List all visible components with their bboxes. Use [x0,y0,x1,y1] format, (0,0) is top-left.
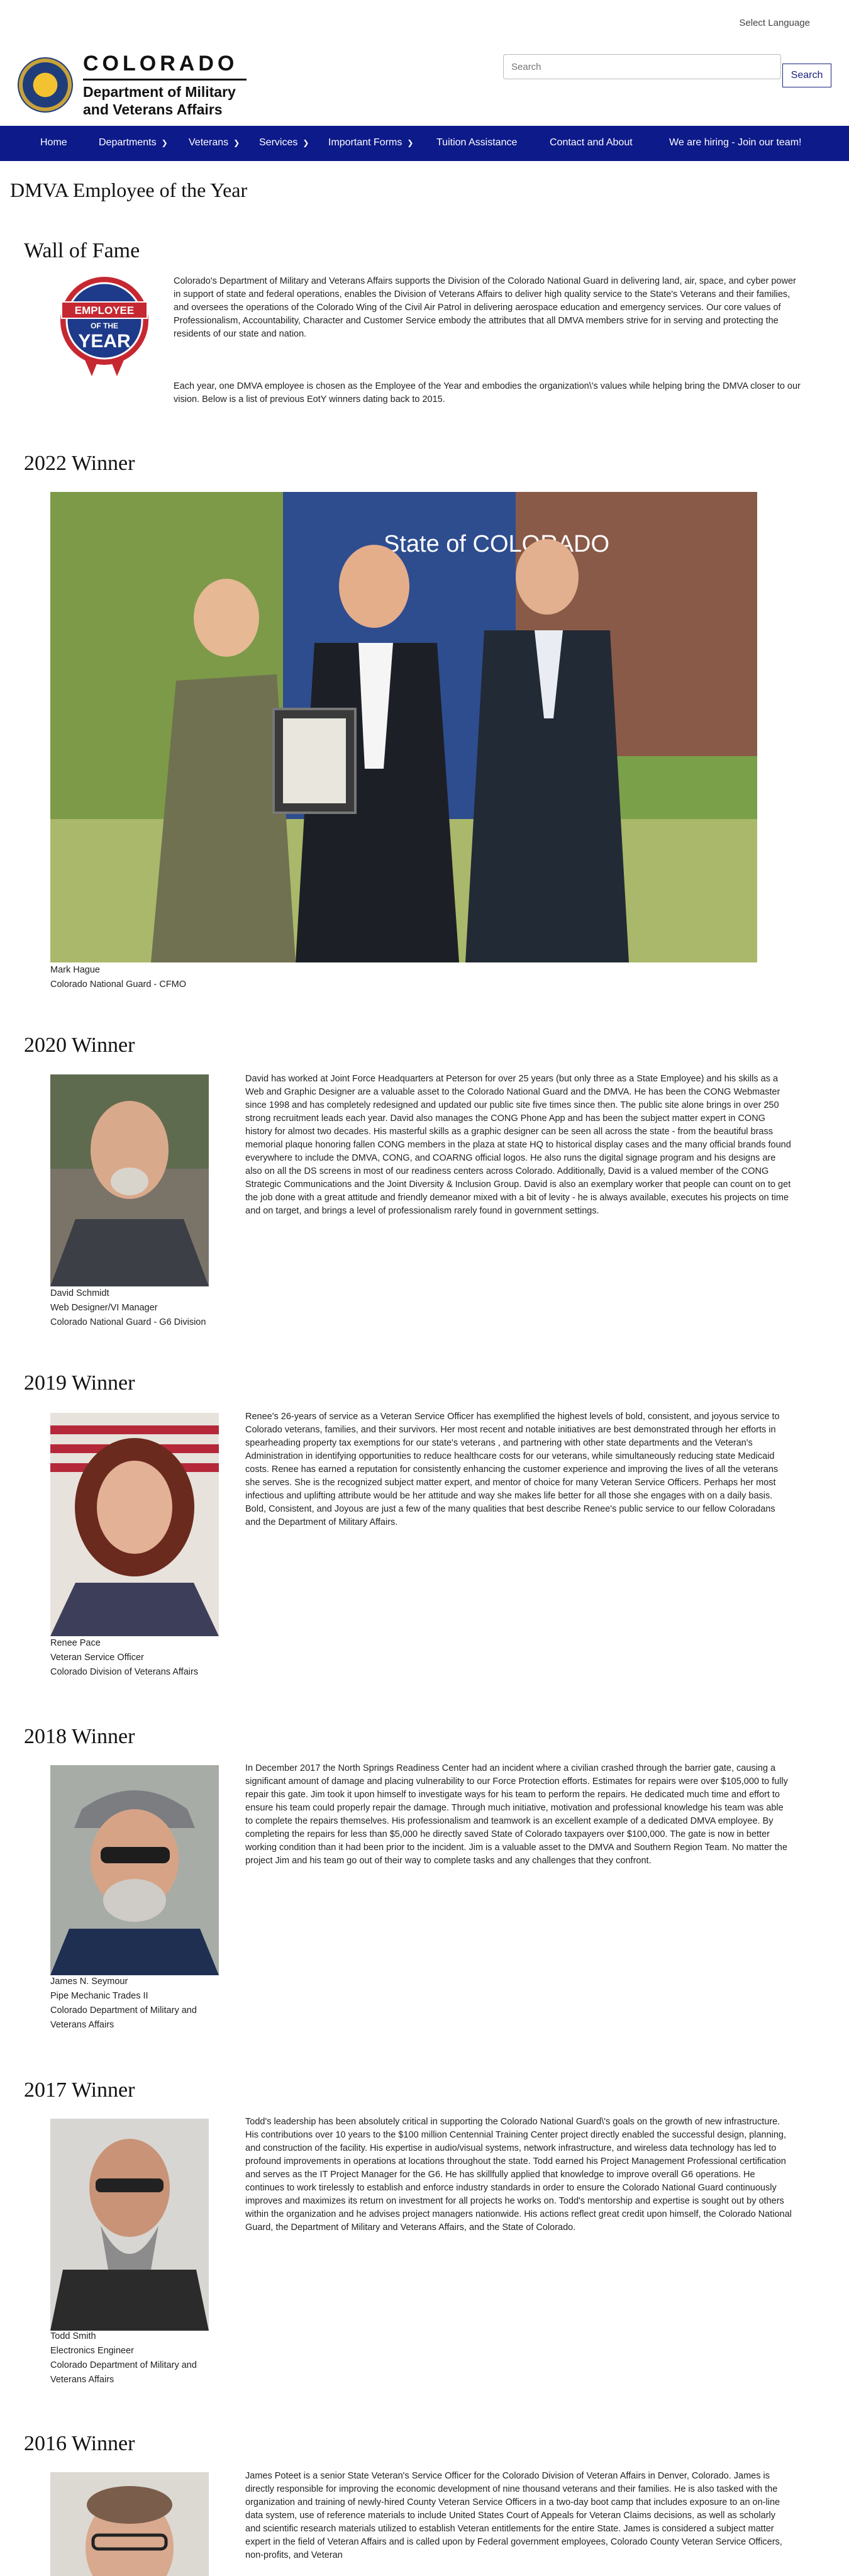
photo-sign-text: State of COLORADO [384,531,609,557]
winner-2020-title: Web Designer/VI Manager [50,1303,158,1313]
wall-of-fame-heading: Wall of Fame [24,239,140,262]
nav-veterans[interactable]: Veterans ❯ [189,137,240,148]
search-input[interactable] [503,54,781,79]
winner-2020-photo [50,1074,209,1286]
nav-important-forms[interactable]: Important Forms ❯ [328,137,413,148]
site-logo[interactable]: COLORADO Department of Military and Vete… [18,52,247,118]
nav-home[interactable]: Home [40,137,67,148]
chevron-right-icon: ❯ [302,138,309,147]
winner-2020-heading: 2020 Winner [24,1034,135,1057]
winner-2018-photo [50,1765,219,1975]
winner-2018-title: Pipe Mechanic Trades II [50,1991,148,2001]
badge-line1: EMPLOYEE [75,304,134,316]
winner-2020-name: David Schmidt [50,1288,109,1298]
nav-tuition-assistance[interactable]: Tuition Assistance [436,137,517,148]
winner-2019-description: Renee's 26-years of service as a Veteran… [245,1412,780,1527]
nav-contact-about[interactable]: Contact and About [550,137,633,148]
winner-2017-photo [50,2119,209,2331]
winner-2020-description: David has worked at Joint Force Headquar… [245,1074,791,1216]
language-selector[interactable]: Select Language [739,18,810,28]
nav-departments[interactable]: Departments ❯ [99,137,168,148]
winner-2019-photo [50,1413,219,1636]
winner-2018-heading: 2018 Winner [24,1725,135,1748]
page-title: DMVA Employee of the Year [10,179,248,201]
winner-2016-heading: 2016 Winner [24,2432,135,2455]
winner-2019-name: Renee Pace [50,1638,101,1648]
nav-hiring[interactable]: We are hiring - Join our team! [669,137,801,148]
chevron-right-icon: ❯ [407,138,414,147]
badge-line2: OF THE [91,321,118,330]
logo-dept-line2: and Veterans Affairs [83,101,223,118]
winner-2019-heading: 2019 Winner [24,1371,135,1395]
search-button[interactable]: Search [782,64,831,87]
winner-2017-title: Electronics Engineer [50,2346,134,2356]
winner-2017-org-line1: Colorado Department of Military and [50,2360,197,2370]
wall-eoty-paragraph: Each year, one DMVA employee is chosen a… [174,381,801,404]
badge-line3: YEAR [78,331,131,352]
colorado-seal-icon [18,57,73,113]
winner-2018-name: James N. Seymour [50,1977,128,1987]
main-nav: Home Departments ❯ Veterans ❯ Services ❯ Im… [0,126,849,161]
winner-2019-org: Colorado Division of Veterans Affairs [50,1667,199,1677]
winner-2017-description: Todd's leadership has been absolutely cr… [245,2117,792,2233]
employee-of-the-year-badge-icon: EMPLOYEE OF THE YEAR [60,277,148,376]
winner-2018-description: In December 2017 the North Springs Readi… [245,1763,788,1866]
chevron-right-icon: ❯ [233,138,240,147]
winner-2022-name: Mark Hague [50,965,100,975]
nav-services[interactable]: Services ❯ [259,137,309,148]
winner-2022-org: Colorado National Guard - CFMO [50,979,186,990]
chevron-right-icon: ❯ [161,138,168,147]
winner-2022-photo: State of COLORADO [50,492,757,962]
logo-state-name: COLORADO [83,52,238,75]
winner-2017-name: Todd Smith [50,2331,96,2341]
winner-2022-heading: 2022 Winner [24,452,135,475]
logo-dept-line1: Department of Military [83,84,236,100]
winner-2019-title: Veteran Service Officer [50,1653,144,1663]
winner-2018-org-line1: Colorado Department of Military and [50,2005,197,2016]
winner-2018-org-line2: Veterans Affairs [50,2020,114,2030]
winner-2016-description: James Poteet is a senior State Veteran's… [245,2471,782,2560]
winner-2016-photo [50,2472,209,2576]
winner-2020-org: Colorado National Guard - G6 Division [50,1317,206,1327]
winner-2017-heading: 2017 Winner [24,2078,135,2102]
wall-intro-paragraph: Colorado's Department of Military and Ve… [174,276,796,339]
winner-2017-org-line2: Veterans Affairs [50,2375,114,2385]
